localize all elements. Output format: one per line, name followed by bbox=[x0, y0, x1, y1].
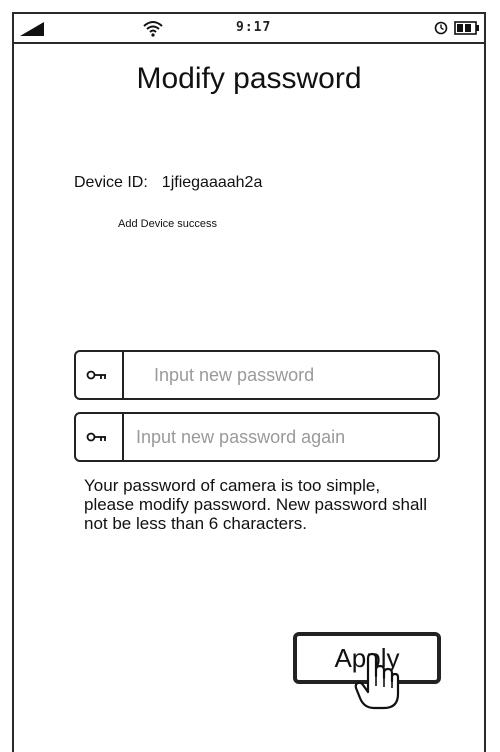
device-id-row: Device ID: 1jfiegaaaah2a bbox=[74, 174, 262, 192]
signal-icon bbox=[20, 22, 44, 36]
new-password-field[interactable] bbox=[74, 350, 448, 400]
battery-icon bbox=[454, 21, 479, 35]
password-warning-text: Your password of camera is too simple, p… bbox=[84, 476, 427, 533]
key-icon-box bbox=[76, 414, 124, 460]
key-icon bbox=[86, 370, 106, 380]
phone-frame: 9:17 Modify password Device ID: 1jfiegaaa… bbox=[12, 12, 486, 752]
status-bar: 9:17 bbox=[14, 14, 484, 44]
new-password-input[interactable] bbox=[154, 360, 448, 390]
key-icon-box bbox=[76, 352, 124, 398]
confirm-password-field[interactable] bbox=[74, 412, 440, 462]
confirm-password-input[interactable] bbox=[136, 422, 430, 452]
status-time: 9:17 bbox=[236, 20, 272, 35]
device-id-label: Device ID: bbox=[74, 174, 148, 191]
key-icon bbox=[86, 432, 106, 442]
wifi-icon bbox=[143, 21, 163, 37]
hand-pointer-icon bbox=[354, 652, 400, 710]
alarm-icon bbox=[434, 21, 448, 35]
device-id-value: 1jfiegaaaah2a bbox=[161, 174, 263, 191]
page-title: Modify password bbox=[136, 62, 362, 95]
add-device-status: Add Device success bbox=[118, 218, 218, 230]
